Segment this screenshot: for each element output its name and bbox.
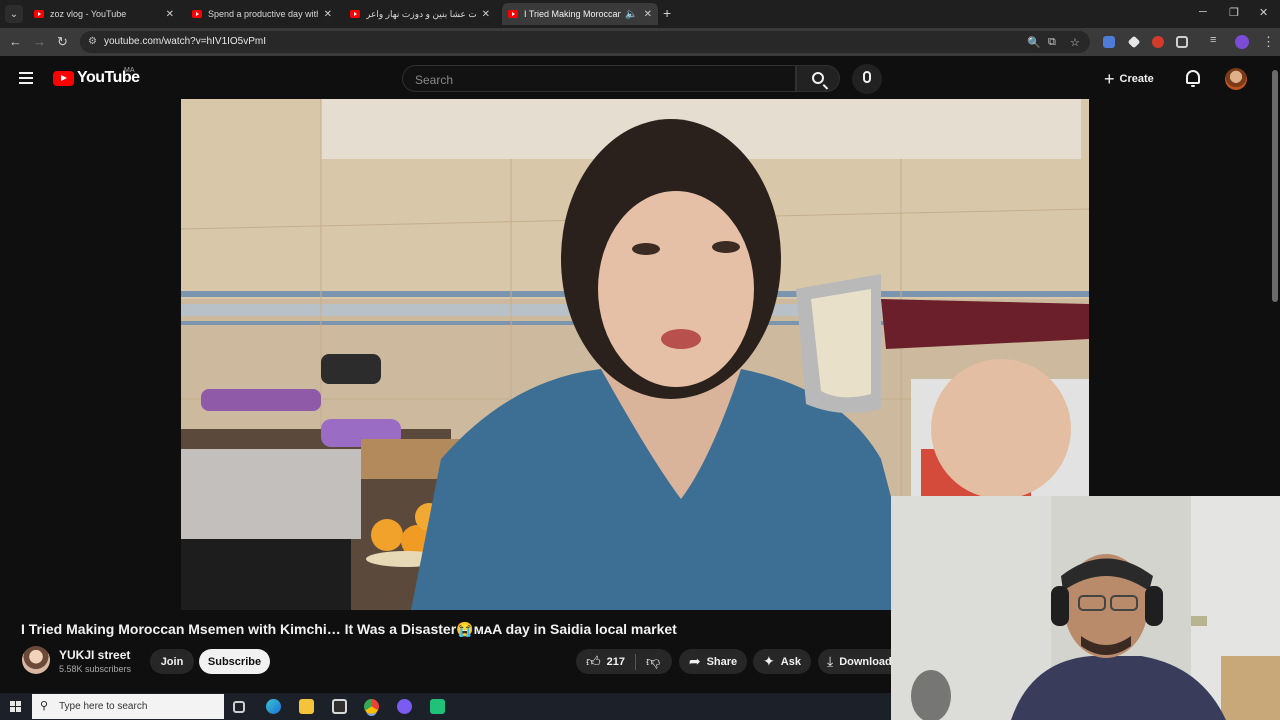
plus-icon: + bbox=[1104, 68, 1115, 89]
ask-button[interactable]: ✦ Ask bbox=[753, 649, 811, 674]
subscribe-button[interactable]: Subscribe bbox=[199, 649, 270, 674]
translate-extension-icon[interactable] bbox=[1103, 36, 1115, 48]
close-tab-icon[interactable]: ✕ bbox=[644, 9, 652, 20]
new-tab-button[interactable]: + bbox=[663, 5, 671, 21]
youtube-logo-icon[interactable] bbox=[53, 71, 74, 86]
create-button[interactable]: + Create bbox=[1104, 66, 1154, 92]
divider bbox=[635, 653, 636, 670]
windows-start-icon[interactable] bbox=[10, 701, 21, 712]
browser-tab-strip: ⌄ zoz vlog - YouTube ✕ Spend a productiv… bbox=[0, 0, 1280, 28]
subscriber-count: 5.58K subscribers bbox=[59, 664, 132, 674]
minimize-icon[interactable]: ─ bbox=[1199, 6, 1207, 18]
youtube-favicon-icon bbox=[350, 10, 360, 18]
browser-tab-3[interactable]: طبيت عشا بنين و دوزت نهار واعر ✕ bbox=[344, 3, 496, 25]
browser-tab-2[interactable]: Spend a productive day with m ✕ bbox=[186, 3, 338, 25]
restore-icon[interactable]: ❐ bbox=[1229, 6, 1239, 19]
close-window-icon[interactable]: ✕ bbox=[1259, 6, 1268, 19]
notifications-bell-icon[interactable] bbox=[1186, 70, 1200, 87]
edge-browser-icon[interactable] bbox=[266, 699, 281, 714]
download-button[interactable]: ⤓ Download bbox=[818, 649, 892, 674]
close-tab-icon[interactable]: ✕ bbox=[324, 9, 332, 20]
tab-search-button[interactable]: ⌄ bbox=[5, 5, 23, 23]
zoom-icon[interactable]: 🔍 bbox=[1027, 36, 1041, 49]
search-input[interactable]: Search bbox=[402, 65, 796, 92]
thumbs-up-icon[interactable]: 👍︎ bbox=[586, 653, 601, 670]
browser-tab-1[interactable]: zoz vlog - YouTube ✕ bbox=[28, 3, 180, 25]
user-avatar[interactable] bbox=[1225, 68, 1247, 90]
search-icon: ⚲ bbox=[40, 700, 49, 712]
microphone-icon bbox=[863, 71, 871, 83]
tab-title: zoz vlog - YouTube bbox=[50, 9, 127, 19]
create-label: Create bbox=[1119, 73, 1154, 85]
voice-search-button[interactable] bbox=[852, 64, 882, 94]
close-tab-icon[interactable]: ✕ bbox=[166, 9, 174, 20]
speaker-icon[interactable]: 🔈 bbox=[625, 9, 637, 20]
join-label: Join bbox=[160, 655, 184, 668]
microsoft-store-icon[interactable] bbox=[332, 699, 347, 714]
install-app-icon[interactable]: ⧉ bbox=[1048, 36, 1056, 49]
browser-tab-4-active[interactable]: I Tried Making Moroccan M 🔈 ✕ bbox=[502, 3, 658, 25]
youtube-header: YouTube MA Search + Create bbox=[0, 56, 1280, 99]
search-icon bbox=[812, 72, 824, 84]
scrollbar-thumb[interactable] bbox=[1272, 70, 1278, 302]
url-text[interactable]: youtube.com/watch?v=hIV1IO5vPmI bbox=[104, 36, 266, 47]
back-icon[interactable]: ← bbox=[9, 34, 22, 49]
share-arrow-icon: ➦ bbox=[688, 653, 701, 669]
site-info-icon[interactable]: ⚙ bbox=[88, 36, 97, 47]
youtube-favicon-icon bbox=[508, 10, 518, 18]
video-title: I Tried Making Moroccan Msemen with Kimc… bbox=[21, 621, 677, 637]
reading-list-icon[interactable]: ≡ bbox=[1210, 34, 1216, 46]
browser-toolbar: ← → ↻ ⚙ youtube.com/watch?v=hIV1IO5vPmI … bbox=[0, 28, 1280, 56]
extension-diamond-icon[interactable] bbox=[1127, 35, 1141, 49]
like-dislike-group: 👍︎ 217 👎︎ bbox=[576, 649, 672, 674]
webcam-overlay bbox=[891, 496, 1280, 720]
bookmark-star-icon[interactable]: ☆ bbox=[1070, 36, 1080, 49]
thumbs-down-icon[interactable]: 👎︎ bbox=[646, 653, 660, 670]
share-label: Share bbox=[706, 655, 738, 668]
search-button[interactable] bbox=[796, 65, 840, 92]
extension-red-icon[interactable] bbox=[1152, 36, 1164, 48]
discord-icon[interactable] bbox=[397, 699, 412, 714]
sparkle-icon: ✦ bbox=[763, 653, 775, 669]
join-button[interactable]: Join bbox=[150, 649, 194, 674]
download-icon: ⤓ bbox=[827, 653, 834, 669]
channel-avatar[interactable] bbox=[22, 646, 50, 674]
youtube-favicon-icon bbox=[34, 10, 44, 18]
profile-icon[interactable] bbox=[1235, 35, 1249, 49]
share-button[interactable]: ➦ Share bbox=[679, 649, 747, 674]
like-count[interactable]: 217 bbox=[607, 656, 625, 668]
close-tab-icon[interactable]: ✕ bbox=[482, 9, 490, 20]
country-code: MA bbox=[124, 67, 135, 74]
search-placeholder: Search bbox=[415, 73, 454, 87]
forward-icon[interactable]: → bbox=[33, 34, 46, 49]
channel-name[interactable]: YUKJI street bbox=[59, 648, 130, 662]
file-explorer-icon[interactable] bbox=[299, 699, 314, 714]
chrome-icon[interactable] bbox=[364, 699, 379, 714]
tab-title: I Tried Making Moroccan M bbox=[524, 9, 622, 19]
extensions-puzzle-icon[interactable] bbox=[1176, 36, 1188, 48]
reload-icon[interactable]: ↻ bbox=[57, 34, 68, 50]
address-bar[interactable]: ⚙ youtube.com/watch?v=hIV1IO5vPmI 🔍 ⧉ ☆ bbox=[80, 31, 1090, 53]
youtube-favicon-icon bbox=[192, 10, 202, 18]
webcam-feed-image bbox=[891, 496, 1280, 720]
app-green-icon[interactable] bbox=[430, 699, 445, 714]
subscribe-label: Subscribe bbox=[207, 655, 262, 668]
task-view-icon[interactable] bbox=[233, 701, 245, 713]
taskbar-search-input[interactable]: ⚲ Type here to search bbox=[32, 694, 224, 719]
taskbar-search-placeholder: Type here to search bbox=[59, 701, 148, 712]
tab-title: Spend a productive day with m bbox=[208, 9, 318, 19]
tab-title: طبيت عشا بنين و دوزت نهار واعر bbox=[366, 8, 476, 19]
download-label: Download bbox=[839, 655, 892, 668]
hamburger-menu-icon[interactable] bbox=[19, 72, 33, 84]
browser-menu-icon[interactable]: ⋮ bbox=[1262, 34, 1275, 50]
windows-taskbar: ⚲ Type here to search bbox=[0, 693, 891, 720]
ask-label: Ask bbox=[780, 655, 801, 668]
page-scrollbar[interactable] bbox=[1270, 56, 1280, 496]
